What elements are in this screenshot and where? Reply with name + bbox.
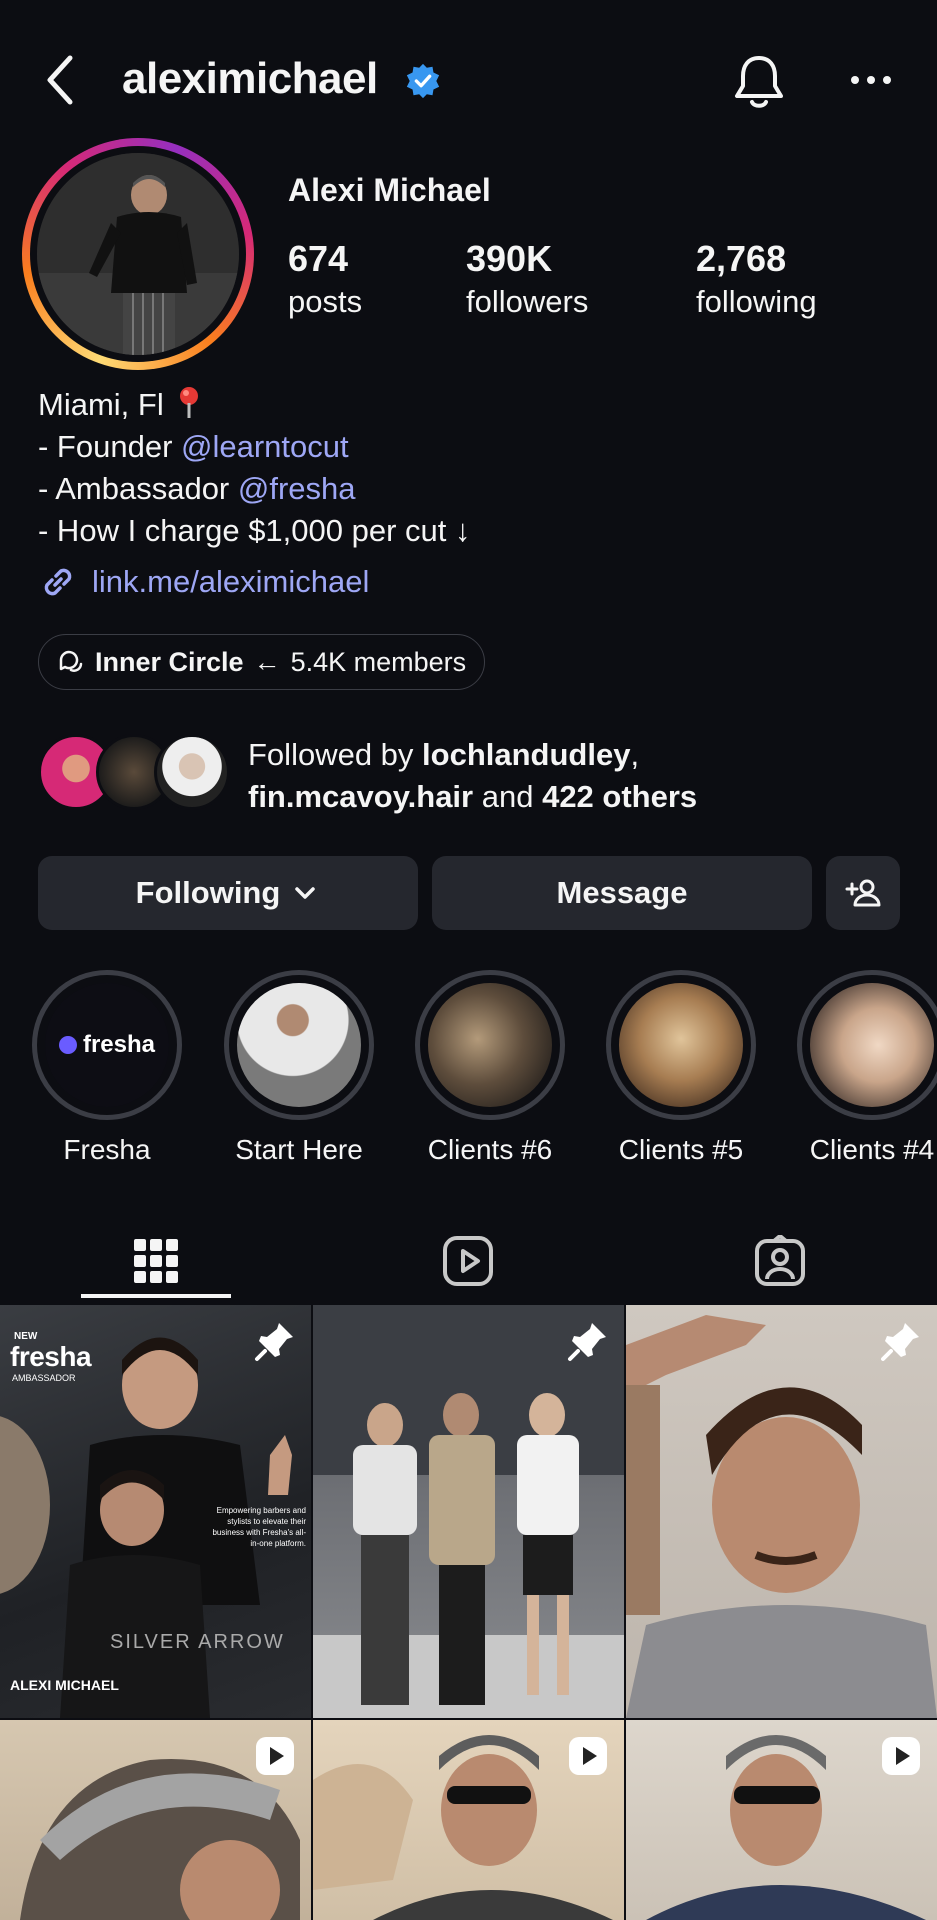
grid-post[interactable]: [313, 1720, 624, 1920]
following-label: Following: [135, 875, 281, 910]
bio-location: Miami, Fl: [38, 384, 471, 426]
tagged-icon: [755, 1235, 805, 1286]
profile-link[interactable]: link.me/aleximichael: [38, 560, 369, 604]
highlight-clients-4[interactable]: Clients #4: [797, 970, 937, 1166]
channel-members: 5.4K members: [290, 646, 467, 677]
grid-post[interactable]: NEW fresha AMBASSADOR Empowering barbers…: [0, 1305, 311, 1718]
post-name-text: ALEXI MICHAEL: [10, 1677, 119, 1693]
highlight-label: Fresha: [63, 1134, 151, 1165]
add-person-button[interactable]: [826, 856, 900, 930]
follower-avatar: [154, 734, 230, 810]
followed-by-sep: ,: [630, 737, 640, 772]
link-icon: [44, 568, 72, 596]
followed-by-text: Followed by lochlandudley, fin.mcavoy.ha…: [248, 734, 908, 818]
post-shirt-text: SILVER ARROW: [110, 1631, 285, 1653]
more-horizontal-icon[interactable]: [846, 60, 896, 100]
bio-ambassador-text: - Ambassador: [38, 471, 238, 506]
following-label: following: [696, 284, 817, 319]
post-brand-sub: AMBASSADOR: [12, 1373, 76, 1383]
posts-label: posts: [288, 284, 363, 319]
tab-reels[interactable]: [312, 1218, 624, 1304]
posts-grid: NEW fresha AMBASSADOR Empowering barbers…: [0, 1305, 937, 1920]
message-label: Message: [556, 875, 688, 910]
followers-stat[interactable]: 390K followers: [466, 238, 588, 320]
followed-by-and: and: [473, 779, 543, 814]
highlight-label: Start Here: [235, 1134, 363, 1165]
followers-count: 390K: [466, 238, 553, 279]
highlight-clients-5[interactable]: Clients #5: [606, 970, 756, 1166]
mention-learntocut[interactable]: @learntocut: [181, 429, 349, 464]
following-count: 2,768: [696, 238, 787, 279]
username-title: aleximichael: [122, 54, 378, 103]
followers-label: followers: [466, 284, 589, 319]
followed-by-prefix: Followed by: [248, 737, 423, 772]
grid-post[interactable]: [313, 1305, 624, 1718]
chevron-down-icon: [295, 887, 316, 899]
profile-page: aleximichael Alexi Michael 674 posts 390…: [0, 0, 937, 1920]
follower-fin-mcavoy[interactable]: fin.mcavoy.hair: [248, 779, 473, 814]
add-person-icon: [845, 879, 881, 907]
verified-badge-icon: [406, 63, 440, 99]
tab-tagged[interactable]: [624, 1218, 936, 1304]
following-button[interactable]: Following: [38, 856, 418, 930]
bio-founder-text: - Founder: [38, 429, 182, 464]
display-name: Alexi Michael: [288, 172, 491, 208]
tab-posts[interactable]: [0, 1218, 312, 1304]
reel-icon: [256, 1737, 294, 1775]
active-tab-indicator: [81, 1294, 231, 1298]
bio-line-ambassador: - Ambassador @fresha: [38, 468, 471, 510]
reel-icon: [882, 1737, 920, 1775]
story-ring[interactable]: [22, 138, 254, 370]
profile-tabs: [0, 1218, 937, 1304]
mention-fresha[interactable]: @fresha: [238, 471, 356, 506]
posts-count: 674: [288, 238, 349, 279]
post-brand-text: fresha: [10, 1341, 92, 1372]
posts-stat[interactable]: 674 posts: [288, 238, 362, 320]
reel-icon: [569, 1737, 607, 1775]
grid-icon: [134, 1239, 178, 1283]
grid-post[interactable]: [626, 1720, 937, 1920]
fresha-dot-icon: [58, 1036, 77, 1054]
bio-line-founder: - Founder @learntocut: [38, 426, 471, 468]
pinned-icon: [568, 1323, 606, 1361]
channel-name: Inner Circle: [95, 646, 244, 677]
chat-bubbles-icon: [59, 650, 83, 672]
highlight-label: Clients #4: [809, 1134, 935, 1165]
follower-lochlandudley[interactable]: lochlandudley: [422, 737, 630, 772]
channel-arrow: ←: [253, 646, 281, 677]
fresha-logo-text: fresha: [82, 1031, 156, 1058]
message-button[interactable]: Message: [432, 856, 812, 930]
bio-location-text: Miami, Fl: [38, 387, 164, 422]
grid-post[interactable]: [626, 1305, 937, 1718]
bio-line-charge: - How I charge $1,000 per cut ↓: [38, 513, 471, 548]
highlight-label: Clients #5: [618, 1134, 744, 1165]
bell-icon[interactable]: [730, 52, 788, 112]
top-bar: aleximichael: [0, 40, 937, 120]
avatar: [37, 153, 239, 355]
profile-link-text: link.me/aleximichael: [92, 564, 370, 599]
pinned-icon: [881, 1323, 919, 1361]
grid-post[interactable]: [0, 1720, 311, 1920]
highlight-label: Clients #6: [427, 1134, 553, 1165]
bio: Miami, Fl - Founder @learntocut - Ambass…: [38, 384, 471, 552]
post-blurb: Empowering barbers and stylists to eleva…: [212, 1506, 306, 1548]
following-stat[interactable]: 2,768 following: [696, 238, 817, 320]
highlight-clients-6[interactable]: Clients #6: [415, 970, 565, 1166]
followed-by[interactable]: Followed by lochlandudley, fin.mcavoy.ha…: [38, 734, 918, 818]
chevron-left-icon[interactable]: [38, 52, 86, 108]
pinned-icon: [255, 1323, 293, 1361]
followed-by-others[interactable]: 422 others: [542, 779, 697, 814]
highlight-fresha[interactable]: fresha Fresha: [32, 970, 182, 1166]
reels-icon: [443, 1236, 493, 1286]
pin-emoji-icon: [180, 387, 199, 418]
broadcast-channel-pill[interactable]: Inner Circle ← 5.4K members: [38, 634, 486, 690]
highlight-start-here[interactable]: Start Here: [224, 970, 374, 1166]
